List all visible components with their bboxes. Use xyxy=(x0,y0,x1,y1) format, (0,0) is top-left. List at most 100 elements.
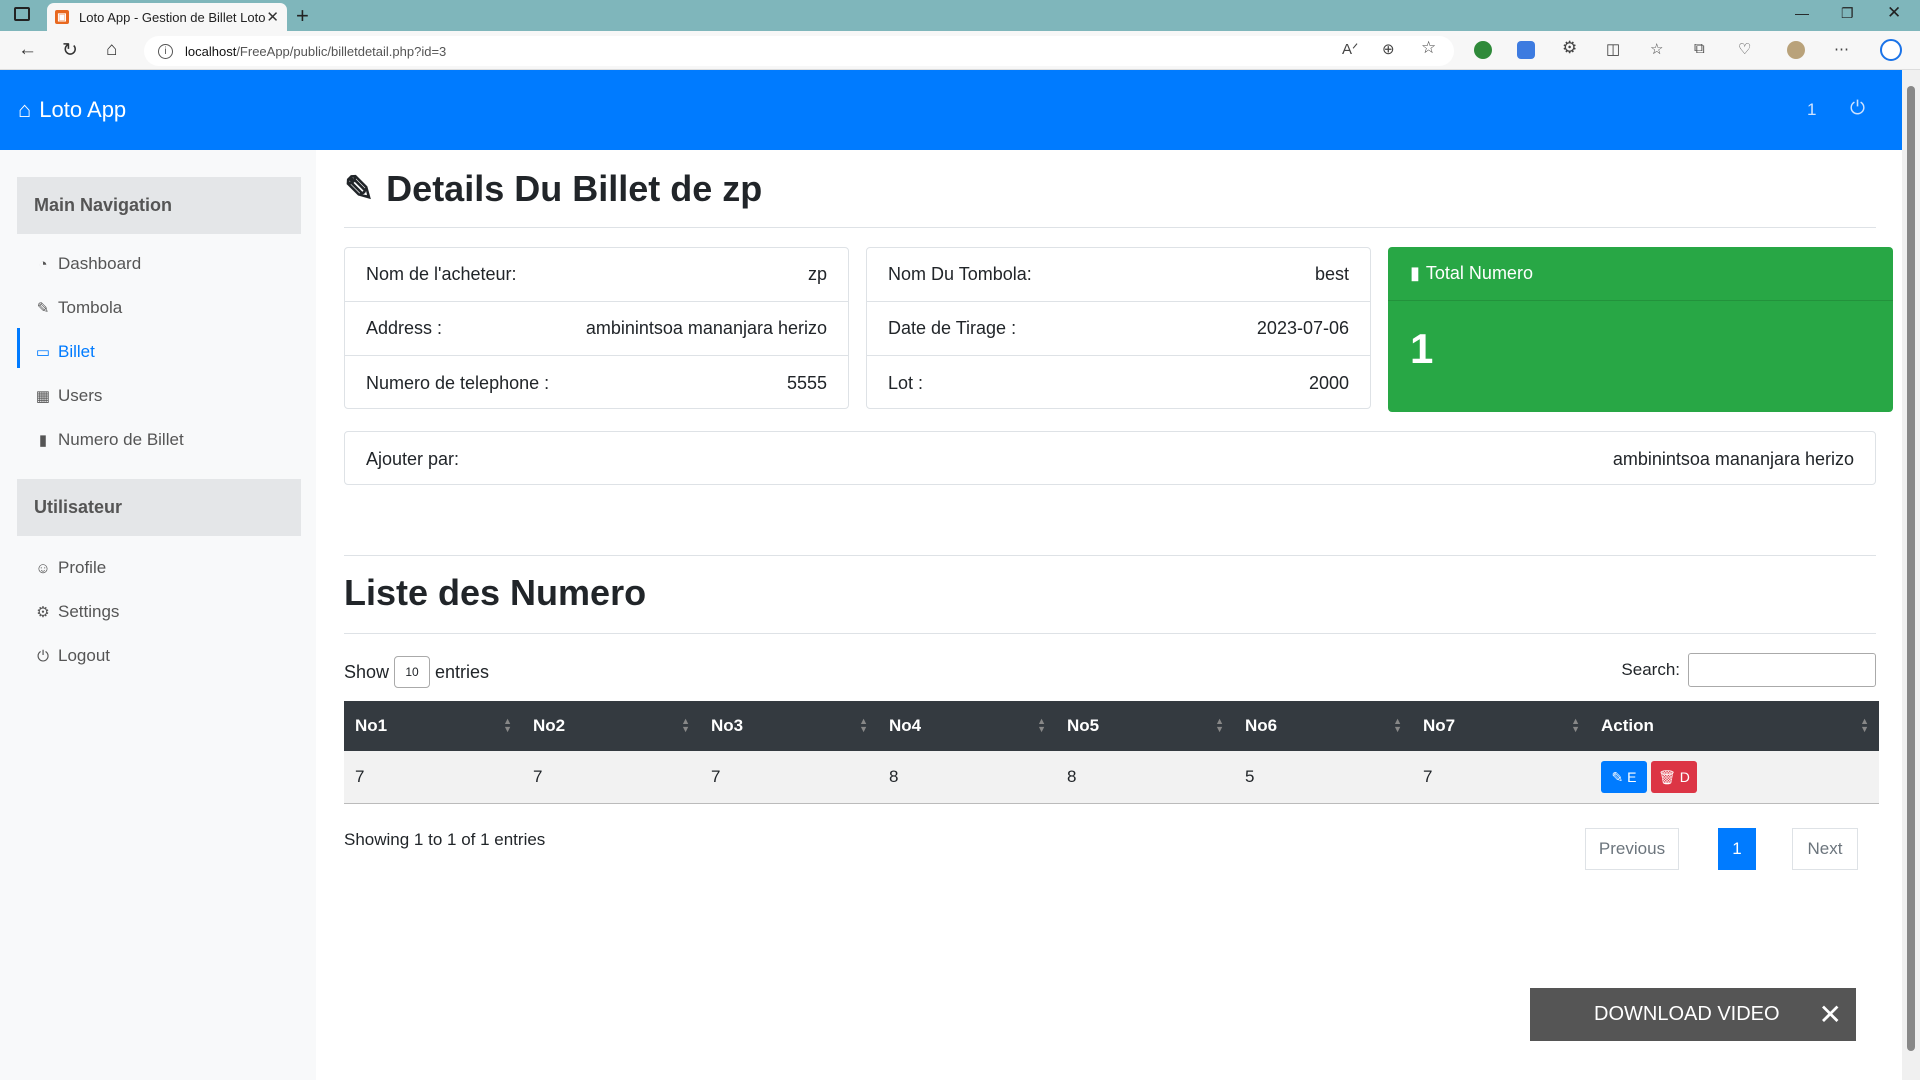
page-title: ✎ Details Du Billet de zp xyxy=(344,168,762,210)
column-header-no3[interactable]: No3 ▲ ▼ xyxy=(700,701,878,751)
sidebar-item-users[interactable]: ▦ Users xyxy=(34,386,103,406)
sidebar-item-profile[interactable]: ☺ Profile xyxy=(34,558,106,578)
column-header-no7[interactable]: No7 ▲ ▼ xyxy=(1412,701,1590,751)
buyer-name-label: Nom de l'acheteur: xyxy=(366,264,517,284)
edit-icon: ✎ xyxy=(1611,768,1624,785)
url-field[interactable]: i localhost/FreeApp/public/billetdetail.… xyxy=(144,36,1454,66)
pagination-page-1[interactable]: 1 xyxy=(1718,828,1756,870)
sidebar-item-tombola[interactable]: ✎ Tombola xyxy=(34,298,123,318)
close-icon[interactable]: ✕ xyxy=(1819,998,1842,1031)
site-info-icon[interactable]: i xyxy=(158,43,173,59)
profile-avatar-icon[interactable] xyxy=(1787,41,1805,59)
sort-icon: ▲ ▼ xyxy=(681,716,690,734)
divider xyxy=(344,555,1876,556)
table-cell: 5 xyxy=(1234,751,1412,804)
close-window-icon[interactable]: ✕ xyxy=(1887,3,1901,23)
entries-select[interactable]: 10 xyxy=(394,656,431,688)
power-icon[interactable]: ⏻ xyxy=(1850,98,1865,120)
sidebar-toggle-icon[interactable] xyxy=(14,7,30,21)
favorite-star-icon[interactable]: ☆ xyxy=(1421,38,1436,58)
sort-icon: ▲ ▼ xyxy=(1860,716,1869,734)
page-scrollbar[interactable] xyxy=(1902,70,1920,1080)
column-header-no1[interactable]: No1 ▲ ▼ xyxy=(344,701,522,751)
table-row: 7 7 7 8 8 5 7 ✎ E 🗑 D xyxy=(344,751,1879,804)
sort-icon: ▲ ▼ xyxy=(1215,716,1224,734)
tombola-name-label: Nom Du Tombola: xyxy=(888,264,1032,284)
browser-tab[interactable]: ▣ Loto App - Gestion de Billet Loto ✕ xyxy=(47,3,287,31)
pagination-next[interactable]: Next xyxy=(1792,828,1858,870)
divider xyxy=(344,633,1876,634)
notification-count[interactable]: 1 xyxy=(1807,100,1816,120)
table-search: Search: xyxy=(1621,653,1876,687)
home-icon[interactable]: ⌂ xyxy=(106,39,117,61)
buyer-address-label: Address : xyxy=(366,318,443,338)
sidebar-item-numero[interactable]: ▮ Numero de Billet xyxy=(34,430,184,450)
download-video-banner[interactable]: DOWNLOAD VIDEO ✕ xyxy=(1530,988,1856,1041)
sidebar-item-billet[interactable]: ▭ Billet xyxy=(34,342,95,362)
sort-icon: ▲ ▼ xyxy=(503,716,512,734)
favorites-icon[interactable]: ☆ xyxy=(1650,40,1663,58)
column-header-no5[interactable]: No5 ▲ ▼ xyxy=(1056,701,1234,751)
extension-icon[interactable] xyxy=(1474,41,1492,59)
minimize-icon[interactable]: — xyxy=(1795,5,1809,21)
column-header-no4[interactable]: No4 ▲ ▼ xyxy=(878,701,1056,751)
table-cell: 8 xyxy=(1056,751,1234,804)
numero-table: No1 ▲ ▼ No2 ▲ ▼ No3 ▲ ▼ No4 ▲ ▼ No5 ▲ ▼ No6 ▲ ▼ No7 ▲… xyxy=(344,701,1879,804)
table-icon: ▦ xyxy=(35,388,51,405)
total-numero-value: 1 xyxy=(1410,325,1434,372)
page-title-text: Details Du Billet de zp xyxy=(386,168,763,209)
buyer-address-row: Address : ambinintsoa mananjara herizo xyxy=(345,302,848,356)
new-tab-icon[interactable]: + xyxy=(296,3,309,29)
tab-title: Loto App - Gestion de Billet Loto xyxy=(79,9,266,25)
address-bar-area: ← ↻ ⌂ i localhost/FreeApp/public/billetd… xyxy=(0,31,1920,70)
sidebar-item-settings[interactable]: ⚙ Settings xyxy=(34,602,119,622)
list-title: Liste des Numero xyxy=(344,572,647,613)
tombola-date-value: 2023-07-06 xyxy=(1256,318,1349,338)
sidebar-item-label: Profile xyxy=(58,558,107,577)
edit-button[interactable]: ✎ E xyxy=(1601,760,1647,793)
translate-icon[interactable] xyxy=(1517,41,1535,59)
collections-icon[interactable]: ⧉ xyxy=(1694,40,1705,57)
back-icon[interactable]: ← xyxy=(18,39,37,61)
sidebar-item-label: Tombola xyxy=(58,298,123,317)
sort-icon: ▲ ▼ xyxy=(1393,716,1402,734)
extensions-icon[interactable]: ⚙ xyxy=(1562,38,1577,58)
bar-chart-icon: ▮ xyxy=(38,432,48,449)
buyer-phone-value: 5555 xyxy=(786,372,827,393)
sidebar-item-logout[interactable]: ⏻ Logout xyxy=(34,646,110,666)
monitor-icon: ▭ xyxy=(35,344,51,361)
download-video-label: DOWNLOAD VIDEO xyxy=(1594,1003,1780,1025)
delete-button[interactable]: 🗑 D xyxy=(1651,760,1697,793)
column-header-no6[interactable]: No6 ▲ ▼ xyxy=(1234,701,1412,751)
sidebar-item-label: Settings xyxy=(58,602,120,621)
url-host: localhost xyxy=(185,43,237,59)
zoom-icon[interactable]: ⊕ xyxy=(1382,40,1395,58)
tombola-lot-label: Lot : xyxy=(888,372,924,393)
pagination-previous[interactable]: Previous xyxy=(1585,828,1679,870)
sidebar-item-label: Dashboard xyxy=(58,254,142,273)
table-cell: 7 xyxy=(700,751,878,804)
total-numero-card: ▮ Total Numero 1 xyxy=(1388,247,1893,412)
performance-icon[interactable]: ♡ xyxy=(1738,40,1751,58)
split-screen-icon[interactable]: ◫ xyxy=(1606,40,1620,58)
power-icon: ⏻ xyxy=(37,647,49,665)
read-aloud-icon[interactable]: Aᐟ xyxy=(1342,40,1358,58)
column-header-no2[interactable]: No2 ▲ ▼ xyxy=(522,701,700,751)
column-header-action[interactable]: Action ▲ ▼ xyxy=(1590,701,1879,751)
tombola-card: Nom Du Tombola: best Date de Tirage : 20… xyxy=(866,247,1371,409)
scrollbar-thumb[interactable] xyxy=(1907,86,1915,1051)
more-menu-icon[interactable]: ⋯ xyxy=(1834,40,1849,58)
divider xyxy=(344,227,1876,228)
search-input[interactable] xyxy=(1688,653,1876,687)
active-indicator xyxy=(17,328,20,368)
reload-icon[interactable]: ↻ xyxy=(62,39,78,62)
action-cell: ✎ E 🗑 D xyxy=(1590,751,1879,804)
restore-icon[interactable]: ❐ xyxy=(1841,5,1854,22)
brand-link[interactable]: ⌂ Loto App xyxy=(18,97,126,123)
sidebar-item-dashboard[interactable]: ◔ Dashboard xyxy=(34,254,141,274)
close-tab-icon[interactable]: ✕ xyxy=(266,8,279,26)
brand-label: Loto App xyxy=(39,97,127,122)
table-cell: 8 xyxy=(878,751,1056,804)
home-icon: ⌂ xyxy=(18,97,32,122)
copilot-icon[interactable] xyxy=(1880,39,1902,61)
